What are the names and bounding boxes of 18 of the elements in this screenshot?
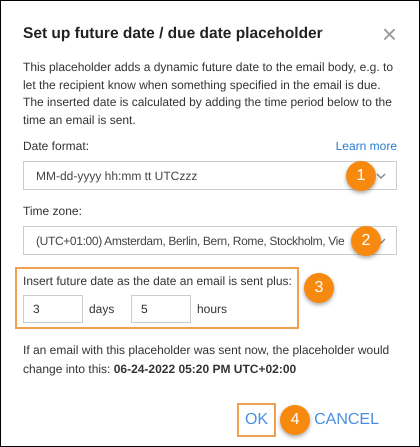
dialog-title: Set up future date / due date placeholder <box>23 24 323 44</box>
preview-text: If an email with this placeholder was sent now, the placeholder would change into this: 06-24-2022 05:20 PM UTC+02:00 <box>23 342 390 378</box>
time-zone-select[interactable]: (UTC+01:00) Amsterdam, Berlin, Bern, Rome, Stockholm, Vie 2 <box>23 226 397 255</box>
hours-input[interactable]: 5 <box>131 295 191 323</box>
description-text: This placeholder adds a dynamic future date to the email body, e.g. to let the recipient know when something specified in the email is due. The inserted date is calculated by adding the time period below to the time an email is sent. <box>23 59 394 128</box>
step-badge: 4 <box>280 405 310 435</box>
step-badge: 1 <box>346 161 376 191</box>
field-label: Time zone: <box>23 203 83 220</box>
chevron-icon <box>376 172 386 178</box>
offset-label: Insert future date as the date an email is sent plus: <box>23 273 291 290</box>
days-input[interactable]: 3 <box>23 295 83 323</box>
unit-label: days <box>89 301 116 318</box>
unit-label: hours <box>197 301 228 318</box>
field-label: Date format: <box>23 138 90 155</box>
learn-more-link[interactable]: Learn more <box>336 137 397 155</box>
step-badge: 2 <box>351 226 381 256</box>
date-format-select[interactable]: MM-dd-yyyy hh:mm tt UTCzzz 1 <box>23 161 397 190</box>
step-badge: 3 <box>304 273 334 303</box>
